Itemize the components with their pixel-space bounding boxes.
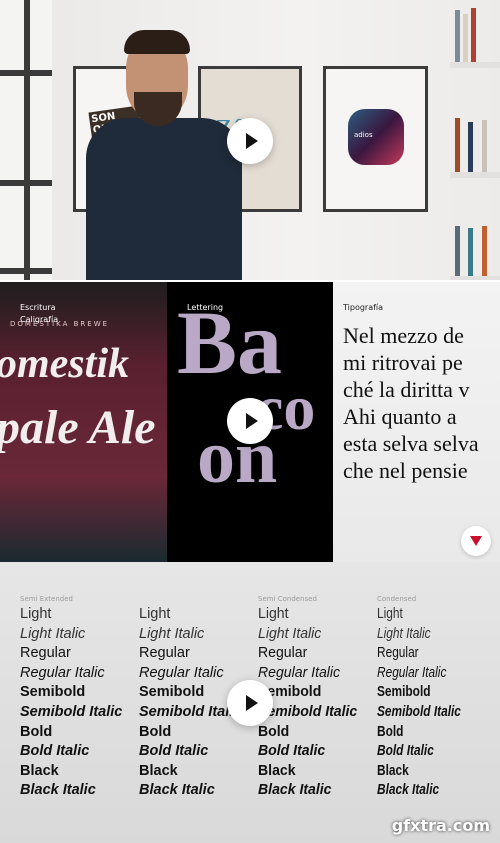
panel-calligraphy: DOMESTIKA BREWE omestik pale Ale Escritu…	[0, 282, 167, 562]
weight-sample: Semibold Italic	[139, 703, 242, 720]
text-line: Ahi quanto a	[343, 404, 457, 429]
weight-sample: Regular	[20, 645, 71, 662]
weight-sample: Black	[377, 762, 409, 779]
weight-sample: Black Italic	[20, 782, 96, 799]
font-width-column: Light Light Italic Regular Regular Italic Se…	[139, 595, 241, 801]
play-button[interactable]	[227, 680, 273, 726]
weight-sample: Semibold Italic	[20, 703, 123, 720]
text-line: che nel pensie	[343, 458, 468, 483]
weight-sample: Light	[139, 606, 171, 622]
weight-sample: Black Italic	[139, 782, 215, 799]
weight-sample: Light Italic	[377, 625, 431, 642]
window-frame	[0, 0, 52, 280]
weight-sample: Light	[20, 606, 52, 622]
weight-sample: Regular Italic	[377, 664, 447, 681]
domestika-logo-badge	[461, 526, 491, 556]
panel-label: Lettering	[187, 303, 224, 312]
play-button[interactable]	[227, 118, 273, 164]
font-width-column: Semi Extended Light Light Italic Regular Reg…	[20, 595, 122, 801]
column-header	[139, 595, 241, 605]
weight-sample: Bold	[139, 723, 172, 740]
weight-sample: Bold	[258, 723, 290, 740]
watermark: gfxtra.com	[391, 816, 490, 835]
panel-label: Tipografía	[343, 303, 384, 312]
weight-sample: Bold Italic	[258, 743, 326, 760]
text-line: ché la diritta v	[343, 377, 470, 402]
weight-sample: Semibold	[377, 684, 431, 701]
weight-sample: Bold	[377, 723, 404, 740]
weight-sample: Regular	[377, 645, 419, 662]
logo-icon	[470, 536, 482, 546]
text-line: Nel mezzo de	[343, 323, 464, 348]
column-header: Condensed	[377, 595, 417, 603]
disciplines-video-thumbnail[interactable]: DOMESTIKA BREWE omestik pale Ale Escritu…	[0, 282, 500, 562]
weight-sample: Semibold	[139, 684, 205, 701]
weight-sample: Regular Italic	[258, 664, 341, 681]
label-caligrafia: Caligrafía	[20, 315, 59, 324]
typography-sample: Nel mezzo de mi ritrovai pe ché la dirit…	[343, 322, 479, 484]
weight-sample: Regular Italic	[139, 664, 224, 681]
weight-sample: Bold Italic	[139, 743, 209, 760]
weight-sample: Regular	[258, 645, 308, 662]
column-header: Semi Condensed	[258, 595, 317, 603]
weight-sample: Black	[20, 762, 59, 779]
weight-sample: Light	[258, 606, 289, 622]
weight-sample: Semibold Italic	[258, 703, 358, 720]
panel-typography: Tipografía Nel mezzo de mi ritrovai pe c…	[333, 282, 500, 562]
font-weights-video-thumbnail[interactable]: Semi Extended Light Light Italic Regular Reg…	[0, 562, 500, 843]
play-button[interactable]	[227, 398, 273, 444]
weight-sample: Regular	[139, 645, 190, 662]
weight-sample: Black Italic	[377, 782, 440, 799]
weight-sample: Black	[258, 762, 296, 779]
weight-sample: Light Italic	[139, 625, 205, 642]
blackletter-text: omestik	[0, 341, 129, 387]
weight-sample: Black	[139, 762, 178, 779]
font-width-column: Semi Condensed Light Light Italic Regular Re…	[258, 595, 360, 801]
weight-sample: Light Italic	[20, 625, 86, 642]
font-width-column: Condensed Light Light Italic Regular Regular…	[377, 595, 479, 801]
text-line: esta selva selva	[343, 431, 479, 456]
label-escritura: Escritura	[20, 303, 56, 312]
poster-text: adios	[354, 131, 373, 139]
weight-sample: Black Italic	[258, 782, 332, 799]
weight-sample: Semibold	[20, 684, 86, 701]
column-header: Semi Extended	[20, 595, 73, 603]
weight-sample: Light Italic	[258, 625, 322, 642]
weight-sample: Bold Italic	[20, 743, 90, 760]
weight-sample: Bold	[20, 723, 53, 740]
text-line: mi ritrovai pe	[343, 350, 463, 375]
poster-adios: adios	[323, 66, 428, 212]
weight-sample: Bold Italic	[377, 743, 434, 760]
intro-video-thumbnail[interactable]: SON QUATRE Zf adios	[0, 0, 500, 280]
weight-sample: Regular Italic	[20, 664, 105, 681]
weight-sample: Semibold Italic	[377, 703, 461, 720]
panel-label: Escritura Caligrafía	[20, 302, 58, 326]
blackletter-text: pale Ale	[0, 401, 156, 454]
weight-sample: Light	[377, 606, 403, 622]
